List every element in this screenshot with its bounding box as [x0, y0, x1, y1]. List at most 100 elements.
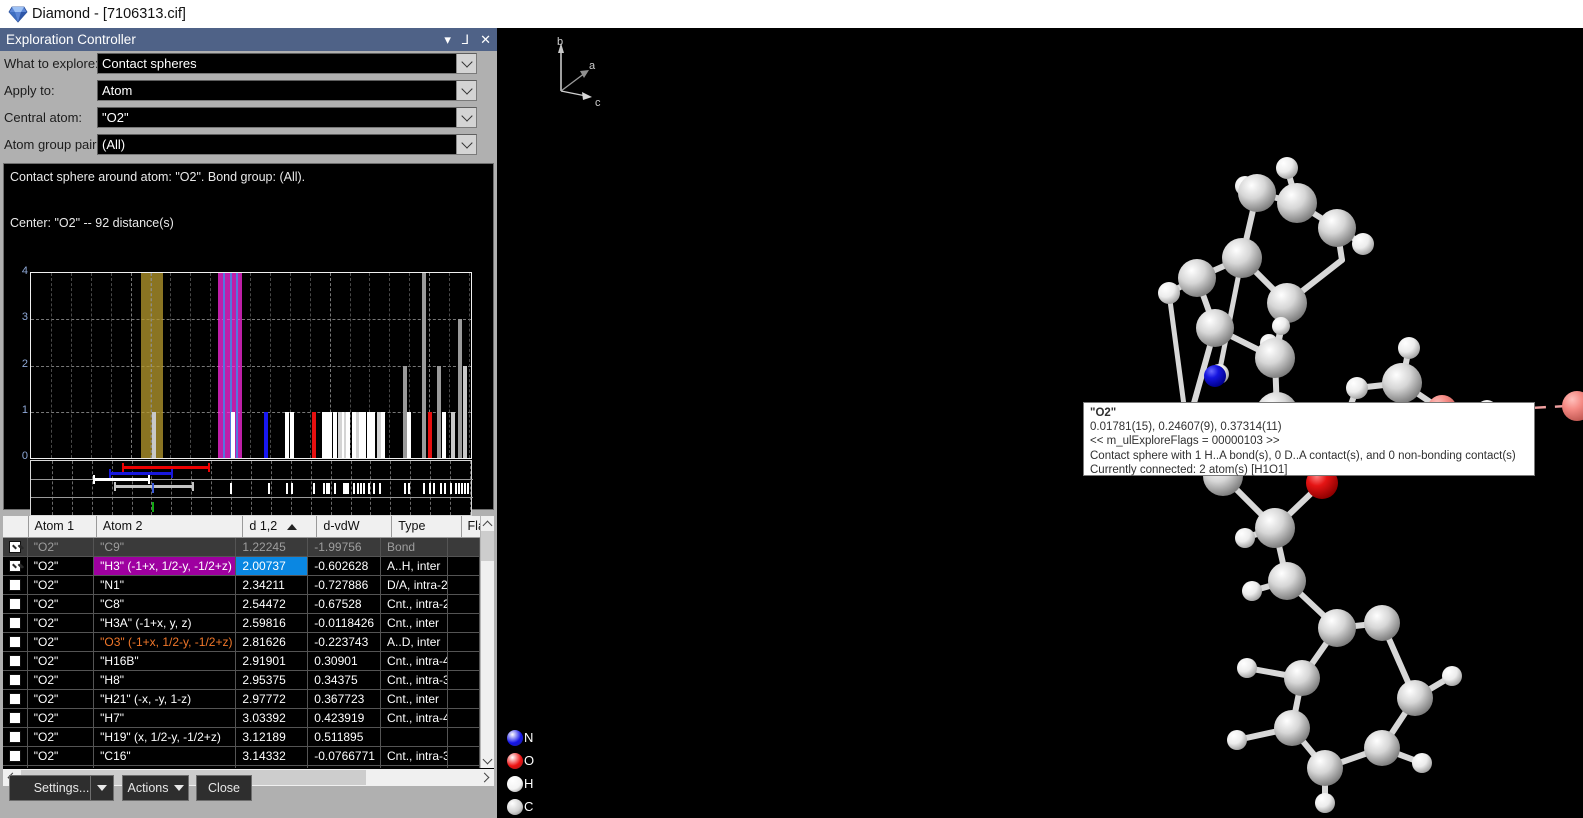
table-row[interactable]: "O2""C8"2.54472-0.67528Cnt., intra-2: [3, 595, 480, 614]
cell-type[interactable]: Cnt., intra-3: [381, 671, 448, 689]
panel-pin-icon[interactable]: ⅃: [462, 33, 469, 46]
cell-atom2[interactable]: "H21" (-x, -y, 1-z): [94, 690, 236, 708]
cell-d12[interactable]: 2.97772: [236, 690, 308, 708]
cell-d12[interactable]: 2.00737: [236, 557, 308, 575]
row-checkbox[interactable]: [3, 709, 28, 727]
cell-dvdw[interactable]: 0.367723: [308, 690, 381, 708]
settings-button[interactable]: Settings...: [9, 775, 114, 801]
cell-atom1[interactable]: "O2": [28, 728, 94, 746]
cell-type[interactable]: Cnt., intra-2: [381, 595, 448, 613]
distances-table[interactable]: Atom 1Atom 2d 1,2d-vdWTypeFla "O2""C9"1.…: [3, 516, 494, 786]
cell-d12[interactable]: 2.54472: [236, 595, 308, 613]
cell-d12[interactable]: 2.34211: [236, 576, 308, 594]
cell-flags[interactable]: [448, 595, 480, 613]
checkbox-icon[interactable]: [9, 579, 21, 591]
checkbox-icon[interactable]: [9, 655, 21, 667]
cell-d12[interactable]: 2.91901: [236, 652, 308, 670]
atom-group-pair-combobox[interactable]: (All): [97, 134, 477, 155]
cell-atom1[interactable]: "O2": [28, 652, 94, 670]
apply-to-combobox[interactable]: Atom: [97, 80, 477, 101]
row-checkbox[interactable]: [3, 671, 28, 689]
cell-atom2[interactable]: "H19" (x, 1/2-y, -1/2+z): [94, 728, 236, 746]
cell-atom2[interactable]: "H3A" (-1+x, y, z): [94, 614, 236, 632]
cell-type[interactable]: Cnt., inter: [381, 690, 448, 708]
cell-type[interactable]: Bond: [381, 538, 448, 556]
chevron-down-icon[interactable]: [456, 135, 476, 154]
cell-flags[interactable]: [448, 709, 480, 727]
cell-atom1[interactable]: "O2": [28, 538, 94, 556]
checkbox-icon[interactable]: [9, 693, 21, 705]
cell-d12[interactable]: 2.95375: [236, 671, 308, 689]
col-atom2[interactable]: Atom 2: [97, 516, 244, 537]
table-row[interactable]: "O2""H19" (x, 1/2-y, -1/2+z)3.121890.511…: [3, 728, 480, 747]
table-row[interactable]: "O2""H16B"2.919010.30901Cnt., intra-4: [3, 652, 480, 671]
table-body[interactable]: "O2""C9"1.22245-1.99756Bond"O2""H3" (-1+…: [3, 538, 480, 768]
distance-histogram-chart[interactable]: Contact sphere around atom: "O2". Bond g…: [3, 163, 494, 510]
table-row[interactable]: "O2""H3A" (-1+x, y, z)2.59816-0.0118426C…: [3, 614, 480, 633]
cell-type[interactable]: Cnt., inter: [381, 614, 448, 632]
checkbox-icon[interactable]: [9, 712, 21, 724]
cell-atom1[interactable]: "O2": [28, 576, 94, 594]
checkbox-icon[interactable]: [9, 598, 21, 610]
table-row[interactable]: "O2""H7"3.033920.423919Cnt., intra-4: [3, 709, 480, 728]
cell-flags[interactable]: [448, 538, 480, 556]
checkbox-icon[interactable]: [9, 636, 21, 648]
row-checkbox[interactable]: [3, 614, 28, 632]
structure-3d-viewport[interactable]: b a c: [497, 28, 1583, 818]
cell-flags[interactable]: [448, 614, 480, 632]
row-checkbox[interactable]: [3, 633, 28, 651]
table-row[interactable]: "O2""C9"1.22245-1.99756Bond: [3, 538, 480, 557]
cell-atom1[interactable]: "O2": [28, 671, 94, 689]
row-checkbox[interactable]: [3, 690, 28, 708]
cell-atom1[interactable]: "O2": [28, 557, 94, 575]
checkbox-icon[interactable]: [9, 731, 21, 743]
cell-dvdw[interactable]: -1.99756: [308, 538, 381, 556]
col-d12[interactable]: d 1,2: [243, 516, 317, 537]
checkbox-icon[interactable]: [9, 674, 21, 686]
cell-atom2[interactable]: "C9": [94, 538, 236, 556]
chevron-down-icon[interactable]: [456, 108, 476, 127]
checkbox-icon[interactable]: [9, 617, 21, 629]
cell-type[interactable]: A..D, inter: [381, 633, 448, 651]
cell-type[interactable]: D/A, intra-2: [381, 576, 448, 594]
cell-d12[interactable]: 1.22245: [236, 538, 308, 556]
settings-dropdown-icon[interactable]: [90, 776, 113, 800]
cell-dvdw[interactable]: -0.0118426: [308, 614, 381, 632]
row-checkbox[interactable]: [3, 728, 28, 746]
central-atom-combobox[interactable]: "O2": [97, 107, 477, 128]
row-checkbox[interactable]: [3, 538, 28, 556]
cell-atom2[interactable]: "N1": [94, 576, 236, 594]
what-to-explore-combobox[interactable]: Contact spheres: [97, 53, 477, 74]
cell-dvdw[interactable]: 0.34375: [308, 671, 381, 689]
panel-close-icon[interactable]: ✕: [480, 33, 491, 46]
cell-atom1[interactable]: "O2": [28, 614, 94, 632]
row-checkbox[interactable]: [3, 557, 28, 575]
table-row[interactable]: "O2""N1"2.34211-0.727886D/A, intra-2: [3, 576, 480, 595]
actions-dropdown-icon[interactable]: [174, 785, 184, 791]
table-row[interactable]: "O2""O3" (-1+x, 1/2-y, -1/2+z)2.81626-0.…: [3, 633, 480, 652]
cell-d12[interactable]: 3.03392: [236, 709, 308, 727]
table-row[interactable]: "O2""H3" (-1+x, 1/2-y, -1/2+z)2.00737-0.…: [3, 557, 480, 576]
cell-dvdw[interactable]: 0.511895: [308, 728, 381, 746]
cell-flags[interactable]: [448, 633, 480, 651]
vertical-scroll-thumb[interactable]: [481, 531, 494, 561]
scroll-up-icon[interactable]: [481, 516, 494, 531]
cell-flags[interactable]: [448, 671, 480, 689]
cell-dvdw[interactable]: -0.727886: [308, 576, 381, 594]
table-row[interactable]: "O2""H8"2.953750.34375Cnt., intra-3: [3, 671, 480, 690]
col-dvdw[interactable]: d-vdW: [317, 516, 392, 537]
cell-dvdw[interactable]: -0.67528: [308, 595, 381, 613]
row-checkbox[interactable]: [3, 652, 28, 670]
cell-atom1[interactable]: "O2": [28, 690, 94, 708]
chevron-down-icon[interactable]: [456, 54, 476, 73]
cell-flags[interactable]: [448, 557, 480, 575]
cell-flags[interactable]: [448, 576, 480, 594]
cell-atom2[interactable]: "H3" (-1+x, 1/2-y, -1/2+z): [94, 557, 236, 575]
col-type[interactable]: Type: [392, 516, 461, 537]
cell-type[interactable]: A..H, inter: [381, 557, 448, 575]
row-checkbox[interactable]: [3, 595, 28, 613]
cell-atom2[interactable]: "H8": [94, 671, 236, 689]
cell-atom2[interactable]: "C8": [94, 595, 236, 613]
cell-type[interactable]: [381, 728, 448, 746]
cell-d12[interactable]: 3.12189: [236, 728, 308, 746]
